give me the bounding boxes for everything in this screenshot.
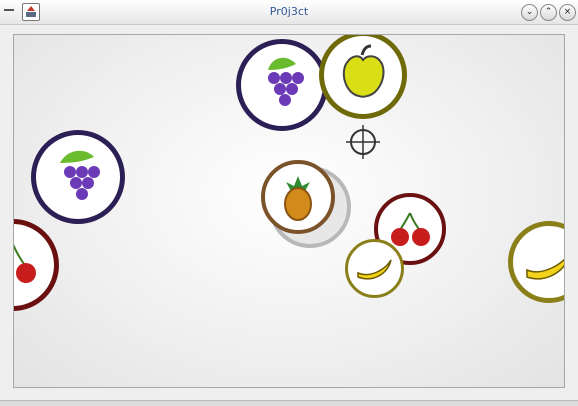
maximize-button[interactable]: ⌃ (540, 4, 557, 21)
apple-target[interactable] (319, 35, 407, 119)
close-button[interactable]: × (559, 4, 576, 21)
crosshair-icon (346, 125, 380, 159)
pineapple-target[interactable] (261, 160, 335, 234)
banana-target-center[interactable] (345, 239, 404, 298)
close-icon: × (563, 7, 572, 17)
game-canvas[interactable] (13, 34, 565, 388)
title-bar: Pr0j3ct ⌄ ⌃ × (0, 0, 578, 25)
chevron-up-icon: ⌃ (544, 7, 553, 17)
game-window: Pr0j3ct ⌄ ⌃ × (0, 0, 578, 406)
window-title: Pr0j3ct (269, 5, 309, 18)
grape-target-left[interactable] (31, 130, 125, 224)
banana-target-right[interactable] (508, 221, 564, 303)
chevron-down-icon: ⌄ (525, 7, 534, 17)
cherry-target-left[interactable] (14, 219, 59, 311)
minimize-button[interactable]: ⌄ (521, 4, 538, 21)
window-bottom-border (0, 400, 578, 406)
grape-target-top[interactable] (236, 39, 328, 131)
